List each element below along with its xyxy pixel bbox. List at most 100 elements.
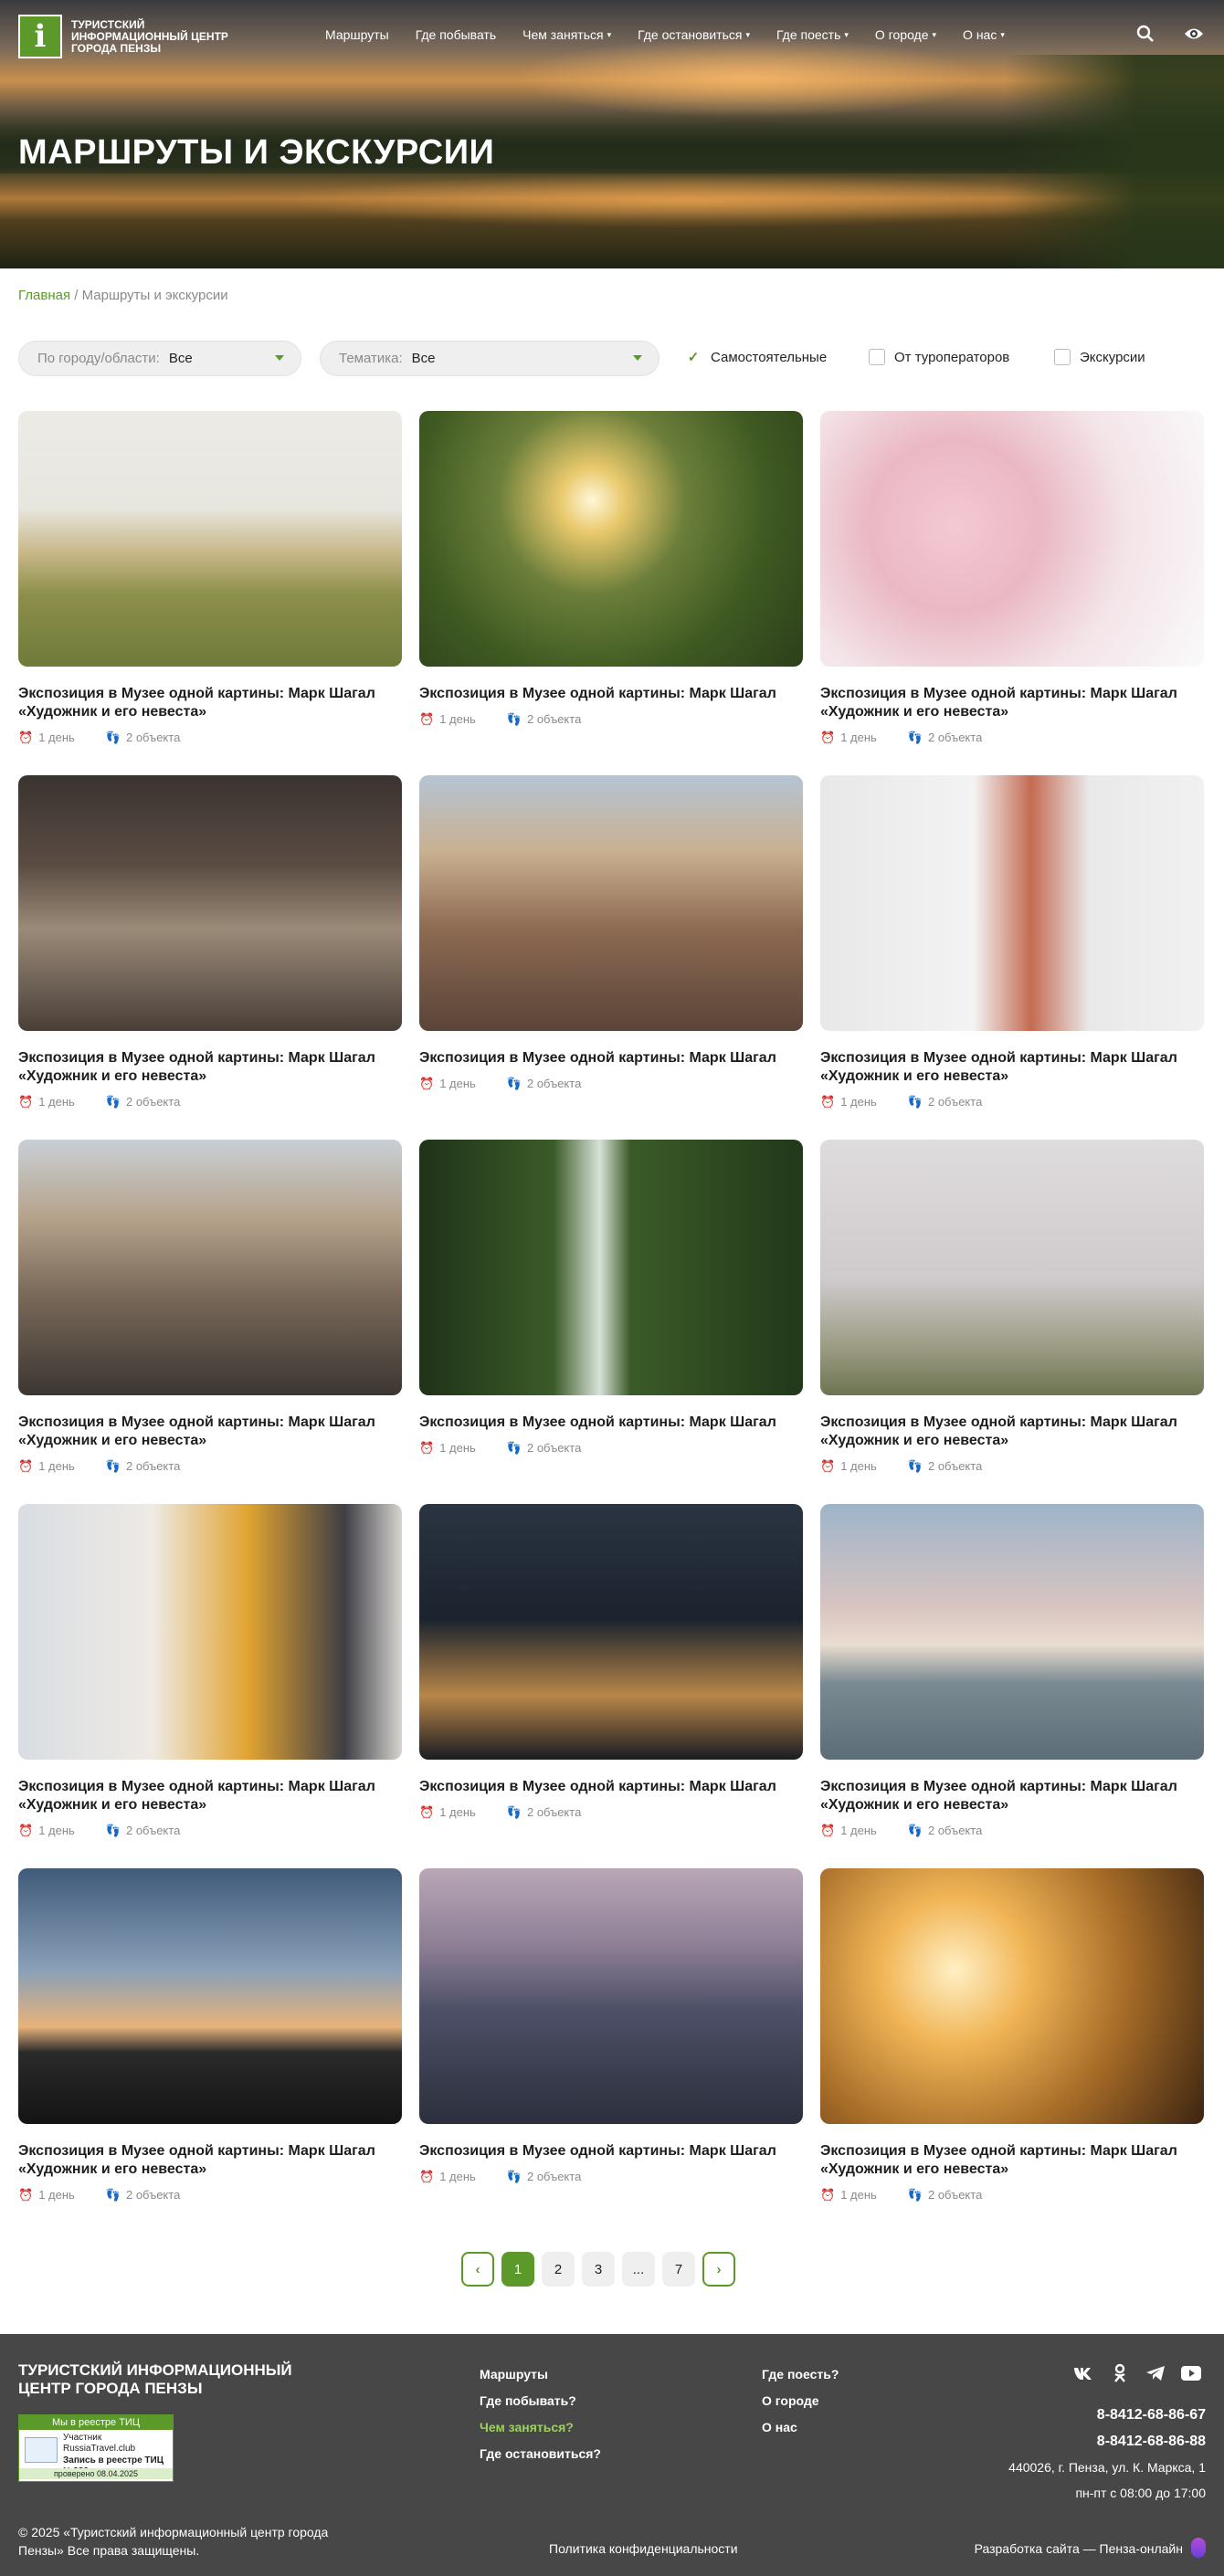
odnoklassniki-icon[interactable] xyxy=(1109,2362,1131,2384)
route-card[interactable]: Экспозиция в Музее одной картины: Марк Ш… xyxy=(820,1140,1204,1474)
route-card-title[interactable]: Экспозиция в Музее одной картины: Марк Ш… xyxy=(18,2142,402,2179)
route-card-title[interactable]: Экспозиция в Музее одной картины: Марк Ш… xyxy=(18,1778,402,1814)
route-card[interactable]: Экспозиция в Музее одной картины: Марк Ш… xyxy=(820,1868,1204,2203)
route-card-title[interactable]: Экспозиция в Музее одной картины: Марк Ш… xyxy=(18,685,402,721)
footer-phone-1[interactable]: 8-8412-68-86-67 xyxy=(1097,2407,1206,2424)
eye-icon[interactable] xyxy=(1184,24,1204,44)
route-card-photo[interactable] xyxy=(18,1504,402,1760)
pagination-prev-button[interactable]: ‹ xyxy=(461,2252,494,2287)
route-card-meta: ⏰ 1 день 👣 2 объекта xyxy=(18,1459,402,1474)
footer-link-places[interactable]: Где побывать? xyxy=(480,2388,601,2414)
route-card[interactable]: Экспозиция в Музее одной картины: Марк Ш… xyxy=(18,1868,402,2203)
route-card-title[interactable]: Экспозиция в Музее одной картины: Марк Ш… xyxy=(820,1049,1204,1086)
footer-phone-2[interactable]: 8-8412-68-86-88 xyxy=(1097,2434,1206,2450)
route-card-photo[interactable] xyxy=(18,1140,402,1395)
route-card-title[interactable]: Экспозиция в Музее одной картины: Марк Ш… xyxy=(820,2142,1204,2179)
route-card-photo[interactable] xyxy=(419,1504,803,1760)
telegram-icon[interactable] xyxy=(1145,2362,1166,2384)
route-card-photo[interactable] xyxy=(18,411,402,667)
footer-hours: пн-пт с 08:00 до 17:00 xyxy=(1075,2486,1206,2500)
route-objects-text: 2 объекта xyxy=(927,2188,983,2202)
route-card-title[interactable]: Экспозиция в Музее одной картины: Марк Ш… xyxy=(419,685,803,703)
pagination-page-1[interactable]: 1 xyxy=(501,2252,534,2287)
route-card[interactable]: Экспозиция в Музее одной картины: Марк Ш… xyxy=(419,411,803,727)
search-icon[interactable] xyxy=(1135,24,1155,44)
nav-item-city[interactable]: О городе ▾ xyxy=(875,27,936,42)
route-card-photo[interactable] xyxy=(820,1868,1204,2124)
route-card[interactable]: Экспозиция в Музее одной картины: Марк Ш… xyxy=(820,1504,1204,1838)
route-card-photo[interactable] xyxy=(18,1868,402,2124)
nav-item-activities[interactable]: Чем заняться ▾ xyxy=(522,27,611,42)
checkmark-icon[interactable]: ✓ xyxy=(685,349,702,365)
route-card-title[interactable]: Экспозиция в Музее одной картины: Марк Ш… xyxy=(820,685,1204,721)
footer-link-stay[interactable]: Где остановиться? xyxy=(480,2441,601,2467)
route-card-title[interactable]: Экспозиция в Музее одной картины: Марк Ш… xyxy=(18,1049,402,1086)
route-card[interactable]: Экспозиция в Музее одной картины: Марк Ш… xyxy=(419,1504,803,1820)
nav-item-places[interactable]: Где побывать xyxy=(416,27,496,42)
route-objects-text: 2 объекта xyxy=(526,1077,582,1090)
route-card[interactable]: Экспозиция в Музее одной картины: Марк Ш… xyxy=(18,775,402,1109)
route-duration: ⏰ 1 день xyxy=(419,1441,476,1456)
breadcrumb-home-link[interactable]: Главная xyxy=(18,288,70,303)
route-card[interactable]: Экспозиция в Музее одной картины: Марк Ш… xyxy=(820,775,1204,1109)
route-card[interactable]: Экспозиция в Музее одной картины: Марк Ш… xyxy=(419,775,803,1091)
route-card-title[interactable]: Экспозиция в Музее одной картины: Марк Ш… xyxy=(419,1414,803,1432)
route-card[interactable]: Экспозиция в Музее одной картины: Марк Ш… xyxy=(18,1504,402,1838)
route-card-title[interactable]: Экспозиция в Музее одной картины: Марк Ш… xyxy=(419,1778,803,1796)
route-card[interactable]: Экспозиция в Музее одной картины: Марк Ш… xyxy=(820,411,1204,745)
route-card-meta: ⏰ 1 день 👣 2 объекта xyxy=(18,731,402,745)
nav-item-eat[interactable]: Где поесть ▾ xyxy=(776,27,849,42)
checkbox-tour-operators[interactable]: От туроператоров xyxy=(869,349,1009,365)
pagination-next-button[interactable]: › xyxy=(702,2252,735,2287)
nav-item-routes[interactable]: Маршруты xyxy=(325,27,389,42)
checkbox-box[interactable] xyxy=(869,349,885,365)
footer-link-about[interactable]: О нас xyxy=(762,2414,839,2441)
footer-link-activities[interactable]: Чем заняться? xyxy=(480,2414,601,2441)
route-card-title[interactable]: Экспозиция в Музее одной картины: Марк Ш… xyxy=(419,2142,803,2161)
youtube-icon[interactable] xyxy=(1180,2362,1202,2384)
nav-item-stay[interactable]: Где остановиться ▾ xyxy=(638,27,750,42)
route-card[interactable]: Экспозиция в Музее одной картины: Марк Ш… xyxy=(18,411,402,745)
route-card-photo[interactable] xyxy=(419,1868,803,2124)
dropdown-arrow-icon xyxy=(275,355,284,361)
route-card-title[interactable]: Экспозиция в Музее одной картины: Марк Ш… xyxy=(18,1414,402,1450)
route-card-photo[interactable] xyxy=(820,1140,1204,1395)
route-card-photo[interactable] xyxy=(18,775,402,1031)
developer-link[interactable]: Разработка сайта — Пенза-онлайн xyxy=(975,2541,1183,2556)
route-card-meta: ⏰ 1 день 👣 2 объекта xyxy=(820,1459,1204,1474)
pagination-page-7[interactable]: 7 xyxy=(662,2252,695,2287)
route-card-title[interactable]: Экспозиция в Музее одной картины: Марк Ш… xyxy=(820,1778,1204,1814)
page-title: МАРШРУТЫ И ЭКСКУРСИИ xyxy=(18,133,495,172)
vk-icon[interactable] xyxy=(1072,2362,1094,2384)
route-card-photo[interactable] xyxy=(419,411,803,667)
route-objects: 👣 2 объекта xyxy=(507,1441,582,1456)
site-logo[interactable]: i ТУРИСТСКИЙ ИНФОРМАЦИОННЫЙ ЦЕНТР ГОРОДА… xyxy=(18,15,245,58)
route-card-photo[interactable] xyxy=(820,775,1204,1031)
registry-badge[interactable]: Мы в реестре ТИЦ Участник RussiaTravel.c… xyxy=(18,2414,174,2482)
city-filter-select[interactable]: По городу/области: Все xyxy=(18,341,301,376)
route-card-photo[interactable] xyxy=(419,775,803,1031)
hero-banner: i ТУРИСТСКИЙ ИНФОРМАЦИОННЫЙ ЦЕНТР ГОРОДА… xyxy=(0,0,1224,268)
route-duration: ⏰ 1 день xyxy=(18,1459,75,1474)
route-card[interactable]: Экспозиция в Музее одной картины: Марк Ш… xyxy=(18,1140,402,1474)
breadcrumb-current: Маршруты и экскурсии xyxy=(81,288,228,303)
route-card[interactable]: Экспозиция в Музее одной картины: Марк Ш… xyxy=(419,1140,803,1456)
nav-item-about[interactable]: О нас ▾ xyxy=(963,27,1005,42)
checkbox-excursions[interactable]: Экскурсии xyxy=(1054,349,1145,365)
pagination-page-3[interactable]: 3 xyxy=(582,2252,615,2287)
route-card-title[interactable]: Экспозиция в Музее одной картины: Марк Ш… xyxy=(820,1414,1204,1450)
pagination: ‹ 1 2 3 ... 7 › xyxy=(461,2252,735,2287)
route-card[interactable]: Экспозиция в Музее одной картины: Марк Ш… xyxy=(419,1868,803,2184)
route-card-photo[interactable] xyxy=(820,411,1204,667)
route-card-photo[interactable] xyxy=(419,1140,803,1395)
footer-link-city[interactable]: О городе xyxy=(762,2388,839,2414)
route-card-photo[interactable] xyxy=(820,1504,1204,1760)
checkbox-self-guided[interactable]: ✓ Самостоятельные xyxy=(685,349,827,366)
pagination-page-2[interactable]: 2 xyxy=(542,2252,575,2287)
checkbox-box[interactable] xyxy=(1054,349,1071,365)
route-card-title[interactable]: Экспозиция в Музее одной картины: Марк Ш… xyxy=(419,1049,803,1067)
privacy-policy-link[interactable]: Политика конфиденциальности xyxy=(549,2541,738,2556)
footer-link-eat[interactable]: Где поесть? xyxy=(762,2361,839,2388)
theme-filter-select[interactable]: Тематика: Все xyxy=(320,341,659,376)
footer-link-routes[interactable]: Маршруты xyxy=(480,2361,601,2388)
